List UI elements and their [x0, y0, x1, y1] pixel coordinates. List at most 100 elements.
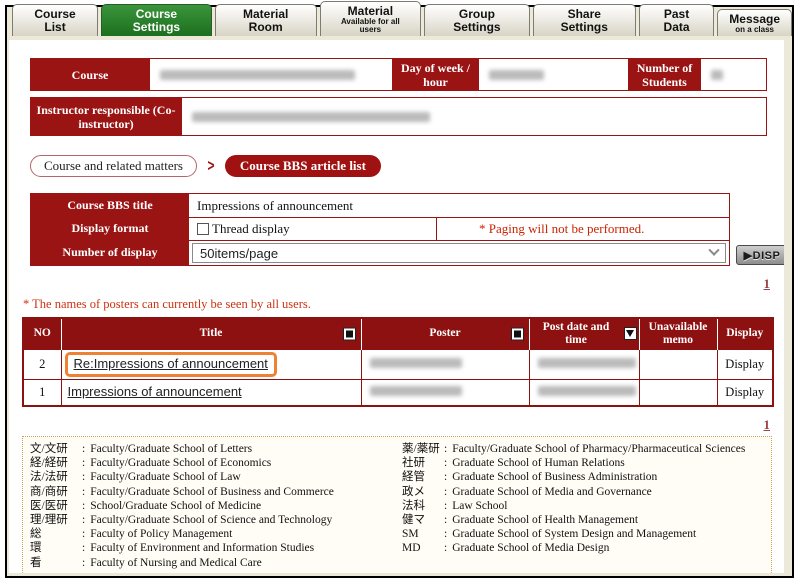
legend-item: 理/理研:Faculty/Graduate School of Science … [30, 513, 402, 527]
legend-item: 看:Faculty of Nursing and Medical Care [30, 556, 402, 570]
legend-colon: : [82, 514, 85, 526]
pagination-top: 1 [9, 275, 770, 291]
redacted-poster-name [370, 386, 462, 396]
legend-abbr: 健マ [402, 513, 444, 527]
legend-item: 経/経研:Faculty/Graduate School of Economic… [30, 456, 402, 470]
legend-desc: Faculty/Graduate School of Economics [90, 457, 271, 469]
legend-right-column: 薬/薬研: Faculty/Graduate School of Pharmacy… [402, 442, 767, 570]
number-of-display-value: 50items/page [189, 240, 729, 265]
row-date-cell [529, 379, 639, 406]
legend-desc: Graduate School of System Design and Man… [452, 528, 696, 540]
article-link[interactable]: Re:Impressions of announcement [74, 356, 268, 371]
legend-item: MD:Graduate School of Media Design [402, 541, 767, 555]
tab-label: Material Room [227, 8, 305, 34]
tab-share-settings[interactable]: Share Settings [533, 4, 636, 36]
tab-bar: Course List Course Settings Material Roo… [7, 7, 792, 36]
redacted-course-name [160, 70, 355, 80]
tab-label: Course List [24, 8, 86, 34]
page-link[interactable]: 1 [764, 417, 771, 432]
redacted-poster-name [370, 358, 462, 368]
row-title-cell: Impressions of announcement [61, 379, 361, 406]
row-no: 2 [23, 349, 61, 379]
legend-abbr: 経/経研 [30, 456, 82, 470]
sort-date-desc-icon[interactable] [624, 327, 637, 340]
legend-desc: Graduate School of Business Administrati… [452, 471, 657, 483]
row-title-cell: Re:Impressions of announcement [61, 349, 361, 379]
legend-item: 商/商研: Faculty/Graduate School of Business… [30, 485, 402, 499]
tab-group-settings[interactable]: Group Settings [424, 4, 530, 36]
disp-button[interactable]: ▶DISP [736, 245, 784, 265]
legend-abbr: 法/法研 [30, 470, 82, 484]
legend-desc: Faculty/Graduate School of Science and T… [90, 514, 332, 526]
row-display-link[interactable]: Display [717, 349, 773, 379]
legend-item: 環:Faculty of Environment and Information… [30, 541, 402, 555]
chevron-down-icon [708, 245, 719, 256]
col-header-date: Post date and time [529, 318, 639, 349]
legend-colon: : [82, 443, 85, 455]
paging-note: * Paging will not be performed. [436, 217, 729, 240]
legend-item: 文/文研:Faculty/Graduate School of Letters [30, 442, 402, 456]
legend-colon: : [82, 500, 85, 512]
col-header-display: Display [717, 318, 773, 349]
legend-desc: Graduate School of Media Design [452, 542, 609, 554]
tab-past-data[interactable]: Past Data [639, 4, 714, 36]
sort-triangle-glyph [626, 330, 634, 337]
row-poster-cell [361, 349, 529, 379]
legend-desc: Faculty/Graduate School of Business and … [90, 486, 334, 498]
legend-abbr: 文/文研 [30, 442, 82, 456]
tab-material-all-users[interactable]: Material Available for all users [320, 1, 422, 36]
legend-item: 社研:Graduate School of Human Relations [402, 456, 767, 470]
row-display-link[interactable]: Display [717, 379, 773, 406]
legend-abbr: 社研 [402, 456, 444, 470]
tab-material-room[interactable]: Material Room [215, 4, 317, 36]
page-link[interactable]: 1 [764, 276, 771, 291]
highlight-box: Re:Impressions of announcement [65, 352, 277, 377]
sort-title-icon[interactable] [343, 327, 356, 340]
redacted-instructor-value [192, 112, 430, 122]
legend-abbr: 環 [30, 541, 82, 555]
tab-message[interactable]: Message on a class [717, 9, 792, 36]
number-of-display-row: Number of display 50items/page [31, 240, 729, 265]
row-no: 1 [23, 379, 61, 406]
legend-left-column: 文/文研:Faculty/Graduate School of Letters … [30, 442, 402, 570]
col-header-date-label: Post date and time [532, 321, 621, 347]
legend-colon: : [444, 443, 447, 455]
window-frame: Course List Course Settings Material Roo… [5, 5, 794, 578]
bbs-title-value: Impressions of announcement [189, 194, 729, 217]
row-memo-cell [639, 349, 717, 379]
instructor-value [181, 98, 766, 135]
redacted-students-value [711, 70, 723, 80]
row-memo-cell [639, 379, 717, 406]
table-header-row: NO Title Poster Post date and time Unava… [23, 318, 773, 349]
legend-desc: Faculty/Graduate School of Pharmacy/Phar… [452, 443, 745, 455]
items-per-page-value: 50items/page [200, 246, 278, 261]
bbs-article-table: NO Title Poster Post date and time Unava… [22, 317, 774, 407]
tab-course-settings[interactable]: Course Settings [101, 4, 212, 36]
tab-course-list[interactable]: Course List [12, 4, 98, 36]
legend-item: SM:Graduate School of System Design and … [402, 527, 767, 541]
breadcrumb-course-related-button[interactable]: Course and related matters [30, 155, 197, 177]
article-link[interactable]: Impressions of announcement [68, 384, 242, 399]
row-poster-cell [361, 379, 529, 406]
sort-poster-icon[interactable] [511, 327, 524, 340]
number-of-display-label: Number of display [31, 240, 189, 265]
bbs-title-row: Course BBS title Impressions of announce… [31, 194, 729, 217]
items-per-page-select[interactable]: 50items/page [192, 243, 726, 263]
legend-colon: : [82, 528, 85, 540]
day-of-week-label: Day of week / hour [392, 59, 478, 90]
thread-display-option-label: Thread display [212, 221, 290, 237]
col-header-poster-label: Poster [429, 327, 460, 339]
legend-abbr: 薬/薬研 [402, 442, 444, 456]
col-header-title: Title [61, 318, 361, 349]
table-row: 2 Re:Impressions of announcement Display [23, 349, 773, 379]
display-format-label: Display format [31, 217, 189, 240]
thread-display-checkbox[interactable] [197, 223, 209, 235]
breadcrumb: Course and related matters > Course BBS … [30, 155, 784, 177]
legend-colon: : [82, 486, 85, 498]
redacted-post-date [538, 386, 636, 396]
legend-abbr: 商/商研 [30, 485, 82, 499]
thread-display-option: Thread display [189, 217, 436, 240]
pagination-bottom: 1 [9, 416, 770, 432]
instructor-row: Instructor responsible (Co-instructor) [30, 97, 767, 136]
legend-desc: Graduate School of Human Relations [452, 457, 624, 469]
